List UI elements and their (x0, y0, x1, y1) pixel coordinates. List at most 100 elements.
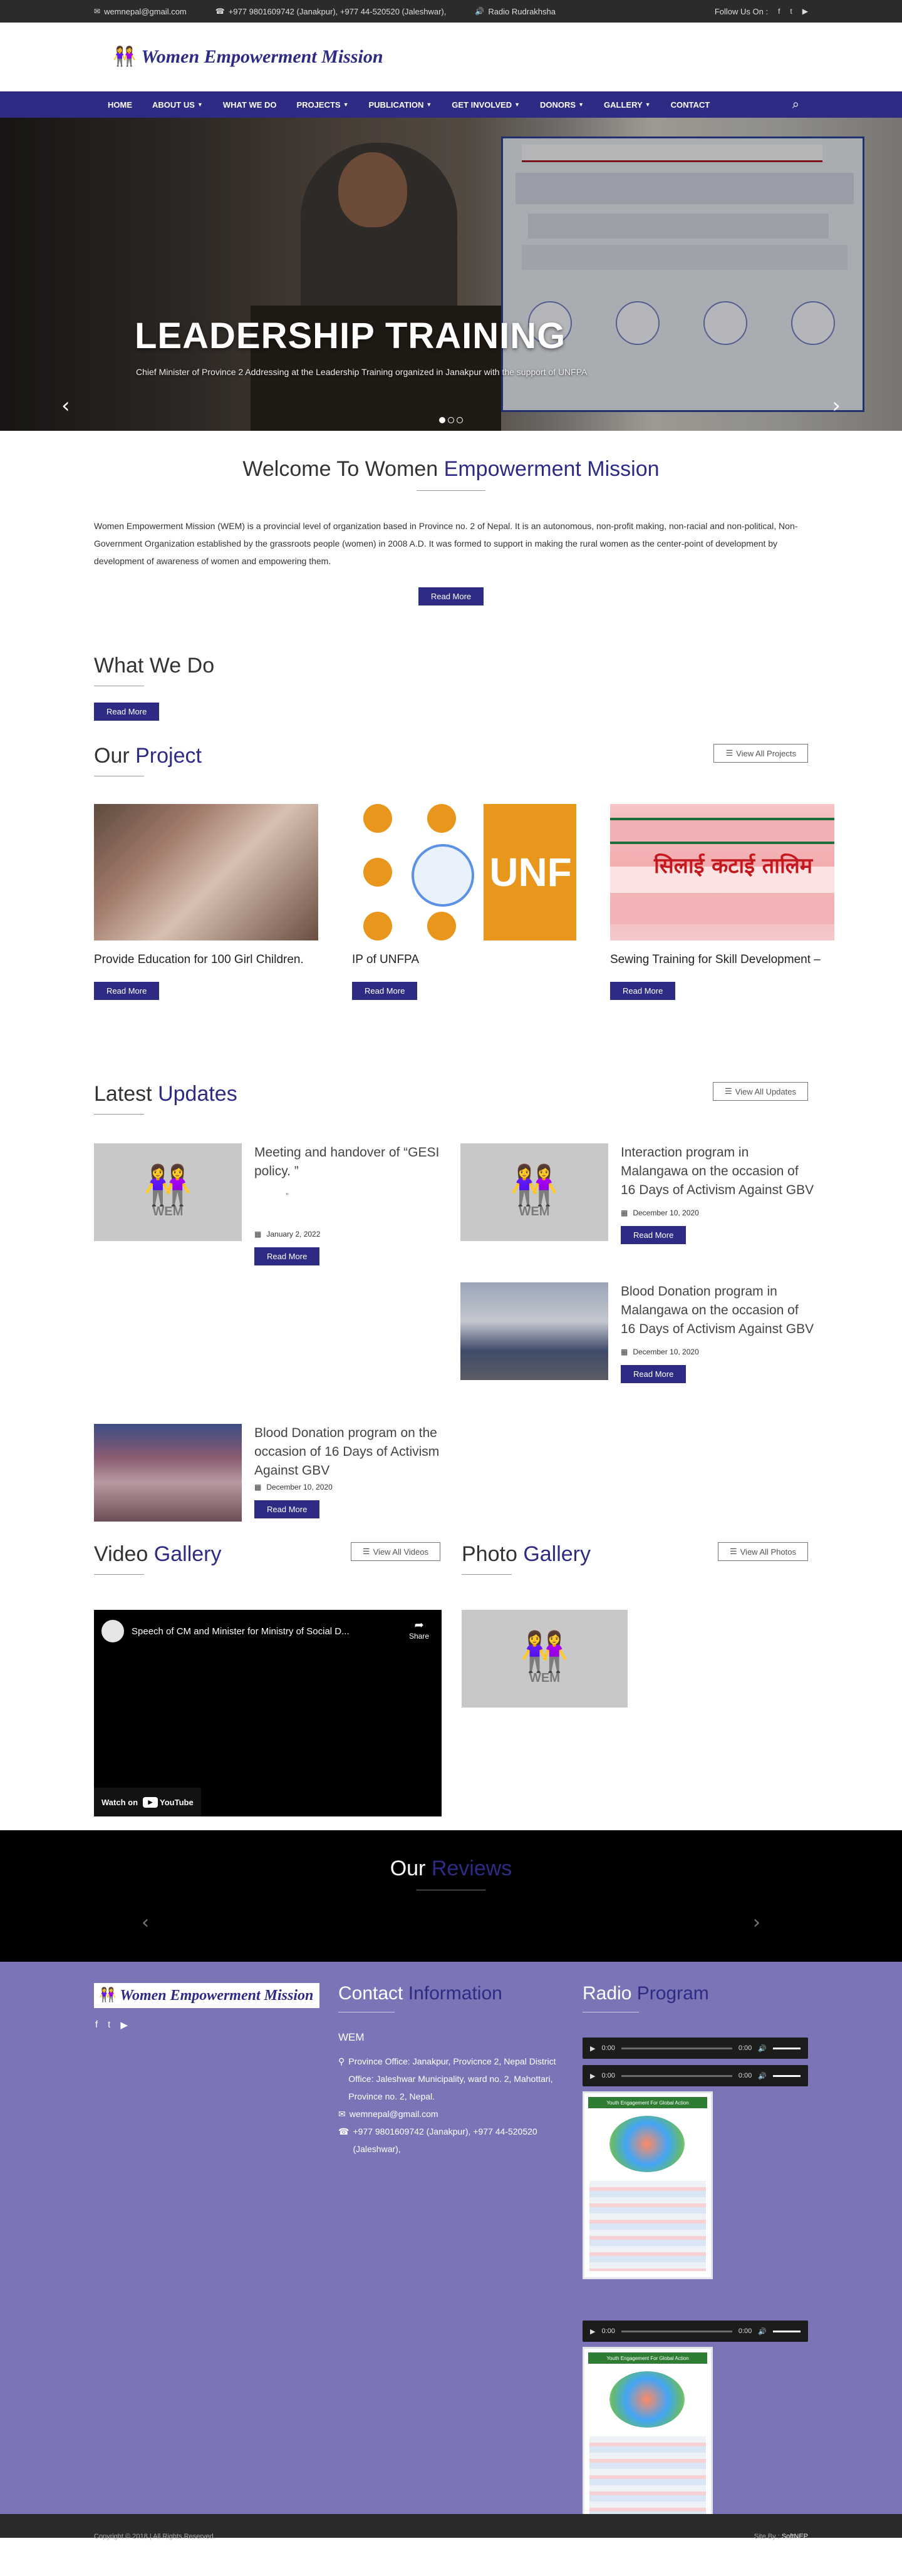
watch-on-youtube-button[interactable]: Watch on ▶ YouTube (94, 1788, 201, 1816)
project-title[interactable]: Provide Education for 100 Girl Children. (94, 949, 318, 971)
welcome-read-more-button[interactable]: Read More (418, 587, 484, 605)
update-title[interactable]: Meeting and handover of “GESI policy. ” (254, 1143, 448, 1181)
contact-title: Contact Information (338, 1983, 583, 2004)
footer-logo-text: Women Empowerment Mission (120, 1987, 314, 2004)
reviews-prev-arrow-icon[interactable]: ‹ (142, 1912, 149, 1934)
nav-item-projects[interactable]: PROJECTS ▼ (287, 91, 359, 118)
slider-prev-arrow-icon[interactable]: ‹ (61, 393, 70, 418)
facebook-icon[interactable]: f (778, 7, 780, 16)
update-read-more-button[interactable]: Read More (621, 1365, 687, 1383)
reviews-section: Our Reviews ‹ › (0, 1830, 902, 1962)
project-read-more-button[interactable]: Read More (94, 982, 160, 1000)
slider-dot[interactable] (457, 417, 463, 423)
logo-figures-icon: 👭 (99, 1987, 117, 2003)
update-read-more-button[interactable]: Read More (254, 1247, 320, 1265)
audio-player[interactable]: ▶ 0:00 0:00 🔊 (583, 2321, 808, 2342)
photo-gallery-title-highlight: Gallery (523, 1542, 591, 1566)
volume-slider[interactable] (773, 2330, 801, 2332)
twitter-icon[interactable]: t (790, 7, 792, 16)
audio-progress-bar[interactable] (621, 2330, 732, 2332)
radio-icon: 🔊 (475, 7, 485, 16)
volume-icon[interactable]: 🔊 (758, 2327, 767, 2336)
nav-item-get-involved[interactable]: GET INVOLVED ▼ (442, 91, 530, 118)
audio-progress-bar[interactable] (621, 2074, 732, 2077)
nav-item-what-we-do[interactable]: WHAT WE DO (213, 91, 287, 118)
youtube-icon[interactable]: ▶ (802, 7, 808, 16)
site-header: 👭 Women Empowerment Mission (0, 23, 902, 91)
channel-avatar[interactable] (101, 1620, 124, 1642)
update-photo-blood-donation[interactable] (460, 1282, 608, 1380)
topbar-email[interactable]: ✉ wemnepal@gmail.com (94, 7, 187, 16)
audio-progress-bar[interactable] (621, 2047, 732, 2049)
contact-email-text[interactable]: wemnepal@gmail.com (350, 2105, 438, 2123)
contact-email[interactable]: ✉ wemnepal@gmail.com (338, 2105, 576, 2123)
nav-label: CONTACT (670, 100, 710, 110)
view-all-photos-button[interactable]: ☰ View All Photos (717, 1542, 808, 1561)
project-read-more-button[interactable]: Read More (352, 982, 418, 1000)
update-title[interactable]: Interaction program in Malangawa on the … (621, 1143, 814, 1200)
topbar-radio[interactable]: 🔊 Radio Rudrakhsha (475, 7, 556, 16)
facebook-icon[interactable]: f (95, 2019, 98, 2031)
nav-item-home[interactable]: HOME (94, 91, 142, 118)
radio-program-poster[interactable]: Youth Engagement For Global Action (583, 2347, 713, 2535)
play-icon[interactable]: ▶ (590, 2327, 595, 2336)
play-icon[interactable]: ▶ (590, 2072, 595, 2080)
youtube-icon[interactable]: ▶ (120, 2019, 128, 2031)
youtube-wordmark: YouTube (160, 1797, 194, 1807)
nav-item-gallery[interactable]: GALLERY ▼ (594, 91, 661, 118)
audio-player[interactable]: ▶ 0:00 0:00 🔊 (583, 2065, 808, 2086)
slider-next-arrow-icon[interactable]: › (832, 393, 841, 418)
audio-player[interactable]: ▶ 0:00 0:00 🔊 (583, 2038, 808, 2059)
radio-program-poster[interactable]: Youth Engagement For Global Action (583, 2091, 713, 2279)
site-by-label: Site By : (754, 2533, 782, 2540)
un-emblem-icon (412, 844, 474, 907)
project-image-unfpa[interactable]: UNF (352, 804, 576, 940)
volume-slider[interactable] (773, 2047, 801, 2049)
site-by-link[interactable]: SoftNEP (782, 2533, 808, 2540)
update-placeholder-image[interactable]: 👭 WEM (460, 1143, 608, 1241)
slider-dot[interactable] (439, 417, 445, 423)
footer-logo[interactable]: 👭 Women Empowerment Mission (94, 1983, 319, 2008)
photo-thumbnail[interactable]: 👭 WEM (462, 1610, 628, 1708)
view-all-updates-button[interactable]: ☰ View All Updates (713, 1082, 808, 1101)
topbar-phone: ☎ +977 9801609742 (Janakpur), +977 44-52… (215, 7, 447, 16)
share-icon: ➦ (414, 1619, 424, 1631)
nav-item-contact[interactable]: CONTACT (661, 91, 720, 118)
slider-dot[interactable] (448, 417, 454, 423)
site-logo[interactable]: 👭 Women Empowerment Mission (113, 46, 383, 68)
view-all-videos-button[interactable]: ☰ View All Videos (350, 1542, 440, 1561)
topbar-radio-text[interactable]: Radio Rudrakhsha (488, 7, 556, 16)
youtube-video-player[interactable]: Speech of CM and Minister for Ministry o… (94, 1610, 442, 1816)
project-title[interactable]: IP of UNFPA (352, 949, 576, 971)
caret-down-icon: ▼ (645, 101, 651, 108)
project-image-sewing-banner[interactable]: सिलाई कटाई तालिम (610, 804, 834, 940)
audio-duration: 0:00 (738, 2044, 752, 2052)
copyright-bar: Copyright © 2018 | All Rights Reserved. … (0, 2514, 902, 2540)
nav-item-about-us[interactable]: ABOUT US ▼ (142, 91, 213, 118)
volume-icon[interactable]: 🔊 (758, 2072, 767, 2080)
what-we-do-read-more-button[interactable]: Read More (94, 703, 160, 721)
update-read-more-button[interactable]: Read More (254, 1500, 320, 1518)
project-image-girls[interactable] (94, 804, 318, 940)
update-title[interactable]: Blood Donation program on the occasion o… (254, 1424, 448, 1480)
nav-item-donors[interactable]: DONORS ▼ (530, 91, 594, 118)
update-excerpt: ” (286, 1191, 289, 1201)
video-title[interactable]: Speech of CM and Minister for Ministry o… (132, 1626, 350, 1637)
reviews-next-arrow-icon[interactable]: › (753, 1912, 760, 1934)
update-read-more-button[interactable]: Read More (621, 1226, 687, 1244)
video-share-button[interactable]: ➦ Share (409, 1619, 429, 1641)
view-all-projects-button[interactable]: ☰ View All Projects (713, 744, 808, 763)
volume-icon[interactable]: 🔊 (758, 2044, 767, 2053)
play-icon[interactable]: ▶ (590, 2044, 595, 2053)
update-placeholder-image[interactable]: 👭 WEM (94, 1143, 242, 1241)
list-icon: ☰ (725, 748, 734, 758)
topbar-email-text[interactable]: wemnepal@gmail.com (104, 7, 187, 16)
search-icon[interactable]: ⌕ (792, 98, 799, 112)
volume-slider[interactable] (773, 2074, 801, 2077)
twitter-icon[interactable]: t (108, 2019, 110, 2031)
update-title[interactable]: Blood Donation program in Malangawa on t… (621, 1282, 814, 1339)
project-title[interactable]: Sewing Training for Skill Development – (610, 949, 834, 971)
project-read-more-button[interactable]: Read More (610, 982, 676, 1000)
update-photo-blood-donation-hall[interactable] (94, 1424, 242, 1522)
nav-item-publication[interactable]: PUBLICATION ▼ (359, 91, 442, 118)
